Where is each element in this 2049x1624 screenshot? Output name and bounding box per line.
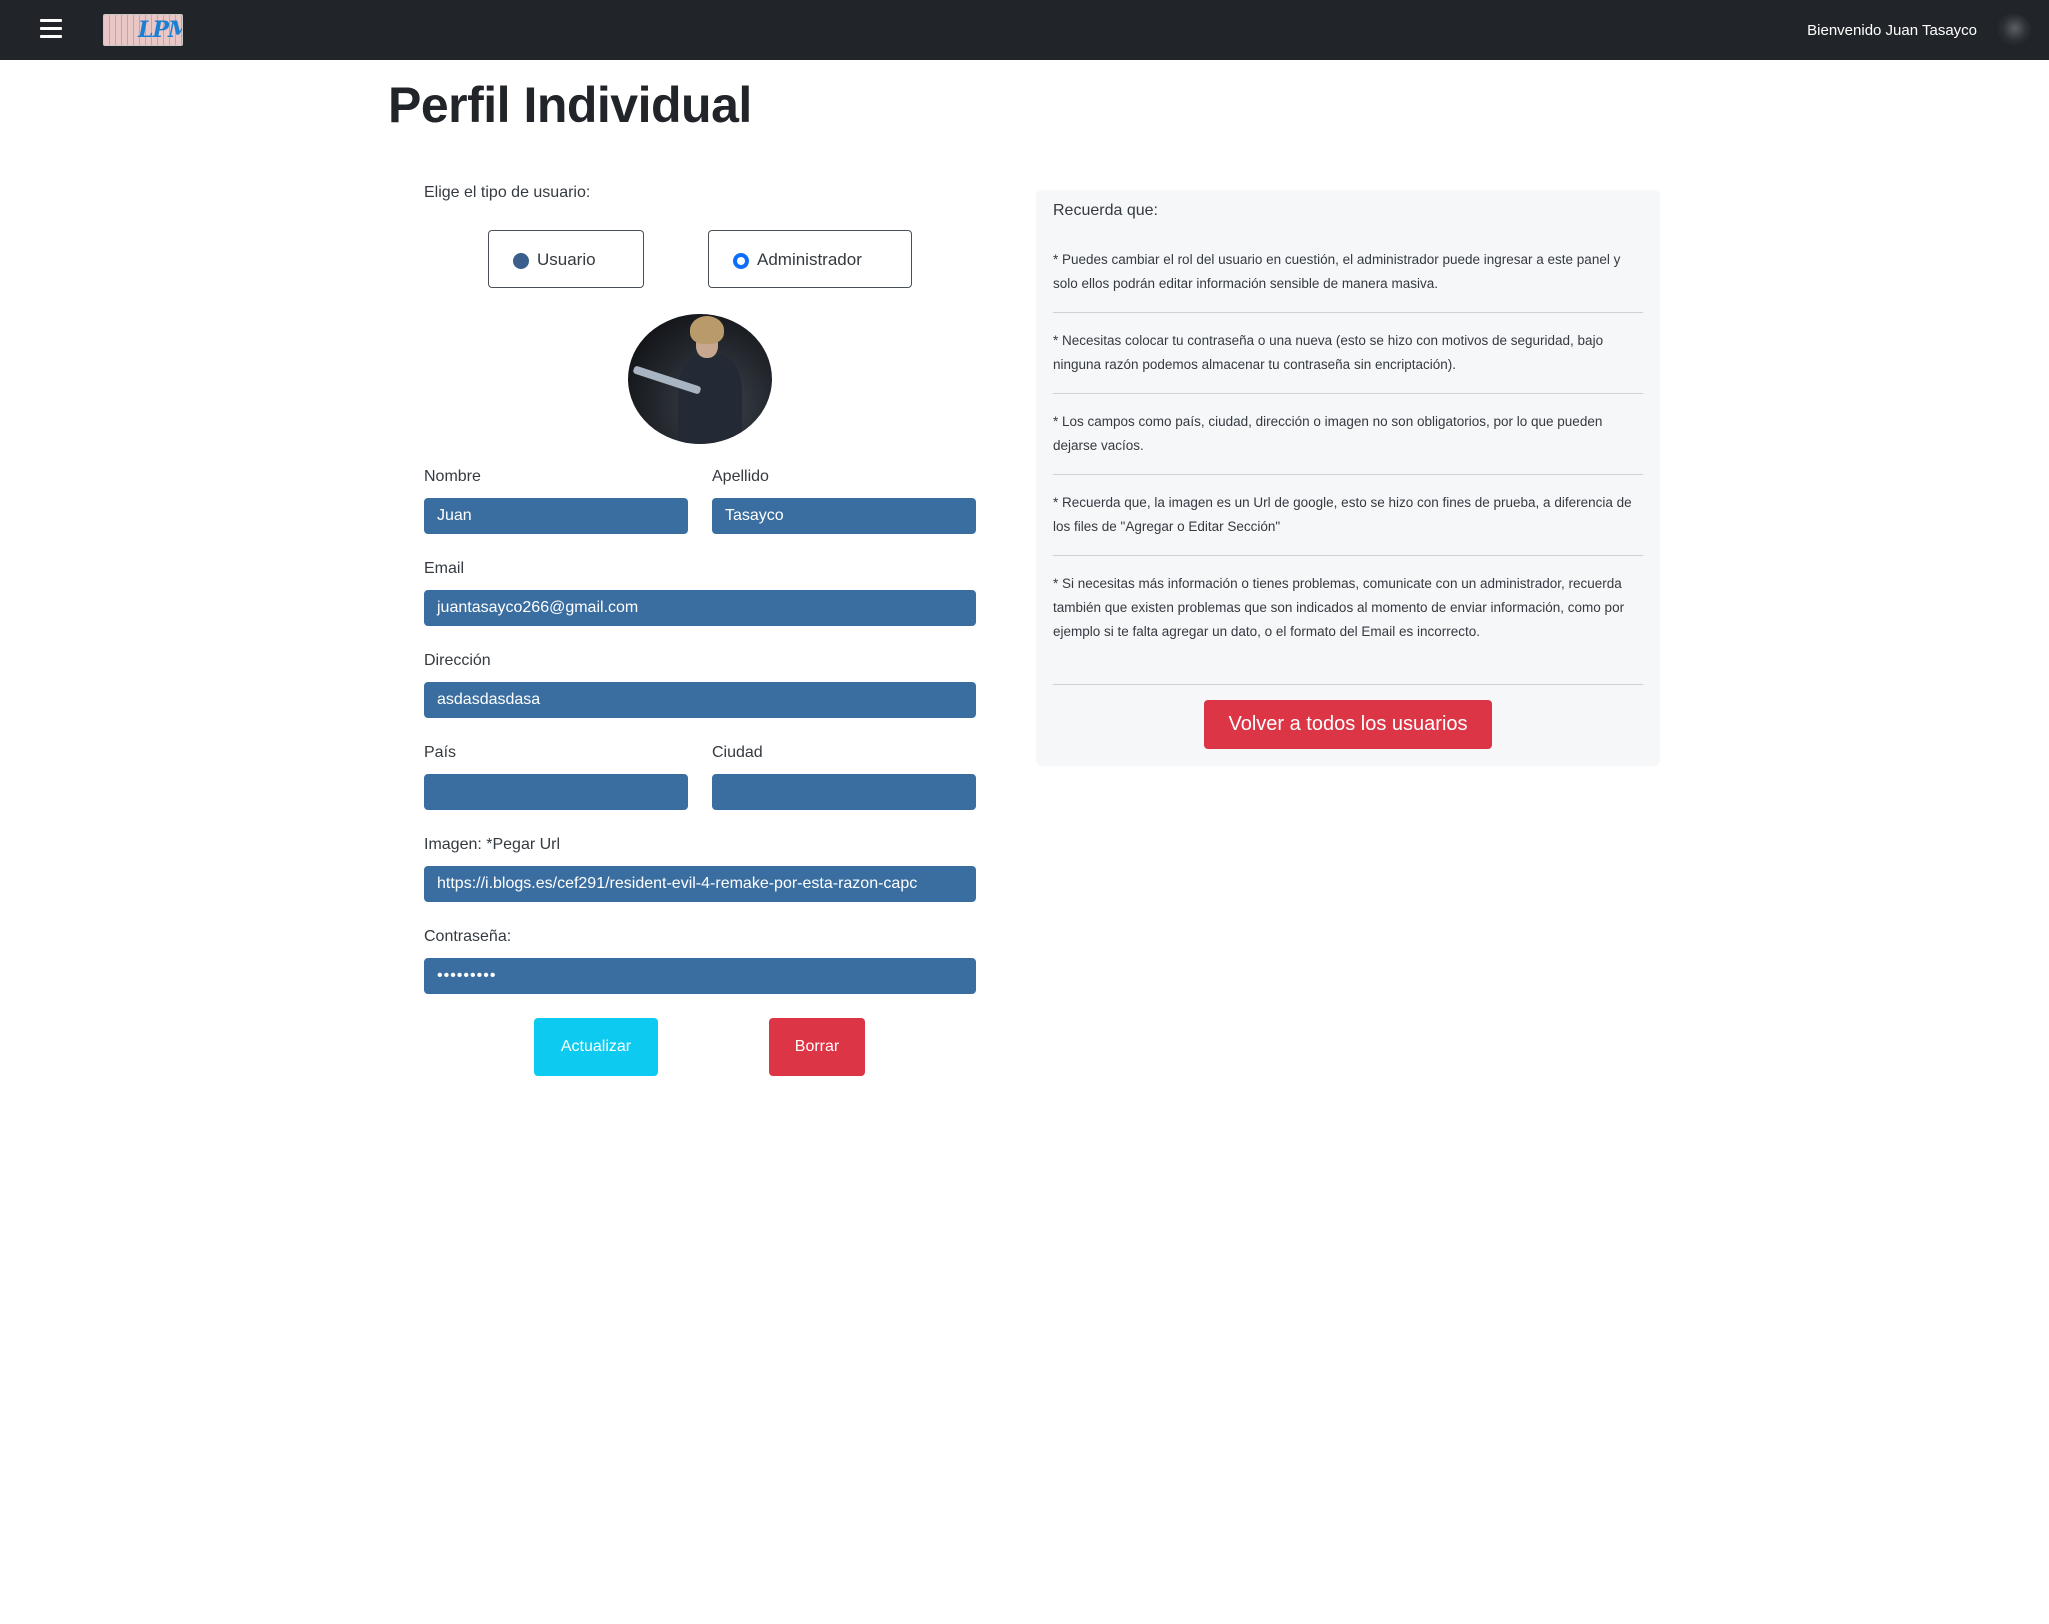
back-to-users-button[interactable]: Volver a todos los usuarios (1204, 700, 1492, 749)
radio-usuario[interactable] (513, 253, 529, 269)
nombre-input[interactable]: Juan (424, 498, 688, 534)
apellido-label: Apellido (712, 468, 769, 485)
info-note: * Puedes cambiar el rol del usuario en c… (1053, 252, 1621, 291)
top-navbar: LPM Bienvenido Juan Tasayco (0, 0, 2049, 60)
imagen-label: Imagen: *Pegar Url (424, 836, 561, 853)
radio-administrador[interactable] (733, 253, 749, 269)
divider (1053, 393, 1643, 394)
info-note: * Los campos como país, ciudad, direcció… (1053, 414, 1603, 453)
role-option-label: Administrador (757, 250, 862, 269)
role-option-usuario[interactable]: Usuario (488, 230, 644, 288)
hamburger-menu-icon[interactable] (38, 16, 64, 42)
welcome-text: Bienvenido Juan Tasayco (1807, 22, 1977, 39)
password-input[interactable]: ••••••••• (424, 958, 976, 994)
role-option-label: Usuario (537, 250, 596, 269)
divider (1053, 474, 1643, 475)
brand-logo[interactable]: LPM (103, 14, 183, 46)
role-label: Elige el tipo de usuario: (424, 184, 591, 201)
divider (1053, 312, 1643, 313)
apellido-input[interactable]: Tasayco (712, 498, 976, 534)
ciudad-input[interactable] (712, 774, 976, 810)
info-panel-title: Recuerda que: (1053, 202, 1158, 219)
email-input[interactable]: juantasayco266@gmail.com (424, 590, 976, 626)
info-note: * Si necesitas más información o tienes … (1053, 576, 1625, 639)
logo-text: LPM (138, 17, 182, 43)
info-note: * Recuerda que, la imagen es un Url de g… (1053, 495, 1632, 534)
divider (1053, 555, 1643, 556)
imagen-url-input[interactable]: https://i.blogs.es/cef291/resident-evil-… (424, 866, 976, 902)
info-note: * Necesitas colocar tu contraseña o una … (1053, 333, 1604, 372)
pais-input[interactable] (424, 774, 688, 810)
pais-label: País (424, 744, 457, 761)
nombre-label: Nombre (424, 468, 481, 485)
password-label: Contraseña: (424, 928, 512, 945)
delete-button[interactable]: Borrar (769, 1018, 865, 1076)
profile-image (628, 314, 772, 444)
update-button[interactable]: Actualizar (534, 1018, 658, 1076)
direccion-input[interactable]: asdasdasdasa (424, 682, 976, 718)
user-avatar[interactable] (1995, 14, 2031, 46)
ciudad-label: Ciudad (712, 744, 763, 761)
direccion-label: Dirección (424, 652, 491, 669)
page-title: Perfil Individual (388, 77, 752, 133)
role-option-administrador[interactable]: Administrador (708, 230, 912, 288)
info-panel: Recuerda que: * Puedes cambiar el rol de… (1036, 190, 1660, 766)
email-label: Email (424, 560, 465, 577)
divider (1053, 684, 1643, 685)
